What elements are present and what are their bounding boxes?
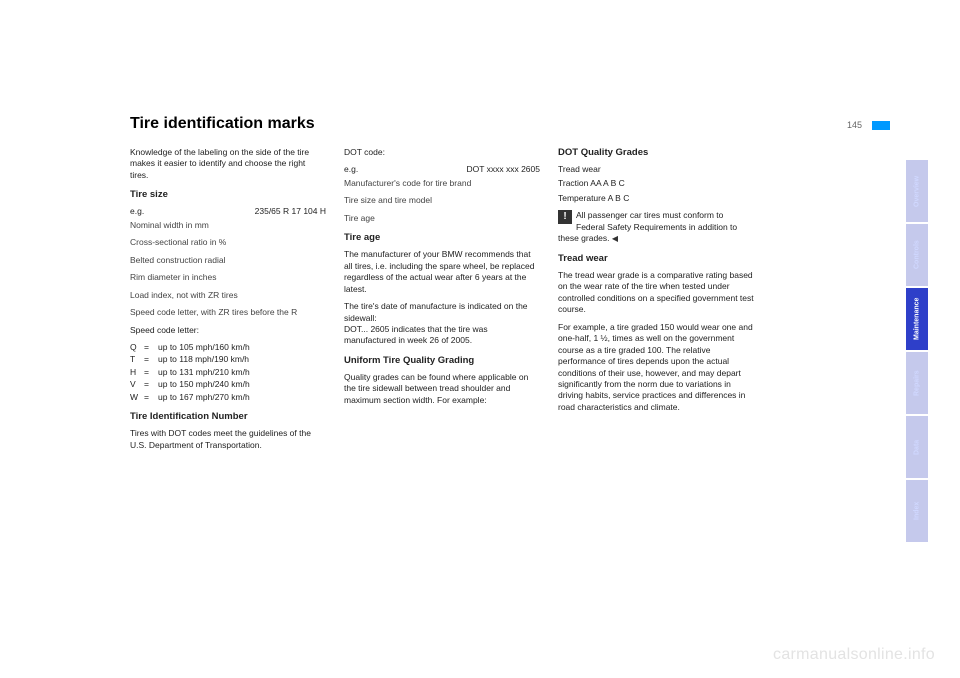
spec-item: Rim diameter in inches — [130, 272, 326, 283]
utqg-heading: Uniform Tire Quality Grading — [344, 355, 540, 368]
tab-maintenance[interactable]: Maintenance — [906, 288, 928, 350]
tire-age-p3: DOT... 2605 indicates that the tire was … — [344, 324, 540, 347]
spec-item: Cross-sectional ratio in % — [130, 237, 326, 248]
tire-size-example: e.g. 235/65 R 17 104 H — [130, 206, 326, 217]
tread-wear-p1: The tread wear grade is a comparative ra… — [558, 270, 754, 316]
dqg-heading: DOT Quality Grades — [558, 147, 754, 160]
tire-age-heading: Tire age — [344, 232, 540, 245]
dot-specs: Manufacturer's code for tire brand Tire … — [344, 178, 540, 224]
spec-item: Manufacturer's code for tire brand — [344, 178, 540, 189]
dot-code-heading: DOT code: — [344, 147, 540, 158]
section-tabs: Overview Controls Maintenance Repairs Da… — [906, 160, 928, 542]
spec-item: Belted construction radial — [130, 255, 326, 266]
speed-code-heading: Speed code letter: — [130, 325, 326, 336]
spec-item: Nominal width in mm — [130, 220, 326, 231]
speed-code-row: T=up to 118 mph/190 km/h — [130, 354, 326, 365]
spec-item: Load index, not with ZR tires — [130, 290, 326, 301]
warning-text: All passenger car tires must conform to … — [558, 210, 737, 243]
dqg-line-3: Temperature A B C — [558, 193, 754, 204]
warning-paragraph: ! All passenger car tires must conform t… — [558, 210, 754, 245]
tire-age-p2: The tire's date of manufacture is indica… — [344, 301, 540, 324]
triangle-icon: ◀ — [612, 234, 618, 243]
page-marker-chip — [872, 121, 890, 130]
spec-item: Speed code letter, with ZR tires before … — [130, 307, 326, 318]
tab-overview[interactable]: Overview — [906, 160, 928, 222]
tin-text: Tires with DOT codes meet the guidelines… — [130, 428, 326, 451]
dqg-line-2: Traction AA A B C — [558, 178, 754, 189]
utqg-text: Quality grades can be found where applic… — [344, 372, 540, 406]
page-header: Tire identification marks 145 — [130, 115, 890, 133]
column-3: DOT Quality Grades Tread wear Traction A… — [558, 147, 754, 457]
tab-index[interactable]: Index — [906, 480, 928, 542]
watermark: carmanualsonline.info — [773, 646, 935, 664]
column-1: Knowledge of the labeling on the side of… — [130, 147, 326, 457]
speed-code-row: V=up to 150 mph/240 km/h — [130, 379, 326, 390]
intro-text: Knowledge of the labeling on the side of… — [130, 147, 326, 181]
tire-size-heading: Tire size — [130, 189, 326, 202]
page-title: Tire identification marks — [130, 115, 315, 133]
dot-example-label: e.g. — [344, 164, 358, 175]
tab-data[interactable]: Data — [906, 416, 928, 478]
example-value: 235/65 R 17 104 H — [255, 206, 326, 217]
page-number-block: 145 — [847, 120, 890, 130]
tread-wear-heading: Tread wear — [558, 253, 754, 266]
speed-code-row: H=up to 131 mph/210 km/h — [130, 367, 326, 378]
column-2: DOT code: e.g. DOT xxxx xxx 2605 Manufac… — [344, 147, 540, 457]
warning-icon: ! — [558, 210, 572, 224]
speed-code-row: Q=up to 105 mph/160 km/h — [130, 342, 326, 353]
content-columns: Knowledge of the labeling on the side of… — [130, 147, 890, 457]
speed-code-row: W=up to 167 mph/270 km/h — [130, 392, 326, 403]
tin-heading: Tire Identification Number — [130, 411, 326, 424]
example-label: e.g. — [130, 206, 144, 217]
dqg-line-1: Tread wear — [558, 164, 754, 175]
tread-wear-p2: For example, a tire graded 150 would wea… — [558, 322, 754, 414]
speed-code-list: Q=up to 105 mph/160 km/h T=up to 118 mph… — [130, 342, 326, 403]
spec-item: Tire age — [344, 213, 540, 224]
tab-controls[interactable]: Controls — [906, 224, 928, 286]
tire-age-p1: The manufacturer of your BMW recommends … — [344, 249, 540, 295]
tire-size-specs: Nominal width in mm Cross-sectional rati… — [130, 220, 326, 319]
dot-example: e.g. DOT xxxx xxx 2605 — [344, 164, 540, 175]
dot-example-value: DOT xxxx xxx 2605 — [466, 164, 540, 175]
spec-item: Tire size and tire model — [344, 195, 540, 206]
page-number: 145 — [847, 120, 862, 130]
tab-repairs[interactable]: Repairs — [906, 352, 928, 414]
document-page: Tire identification marks 145 Knowledge … — [130, 115, 890, 625]
